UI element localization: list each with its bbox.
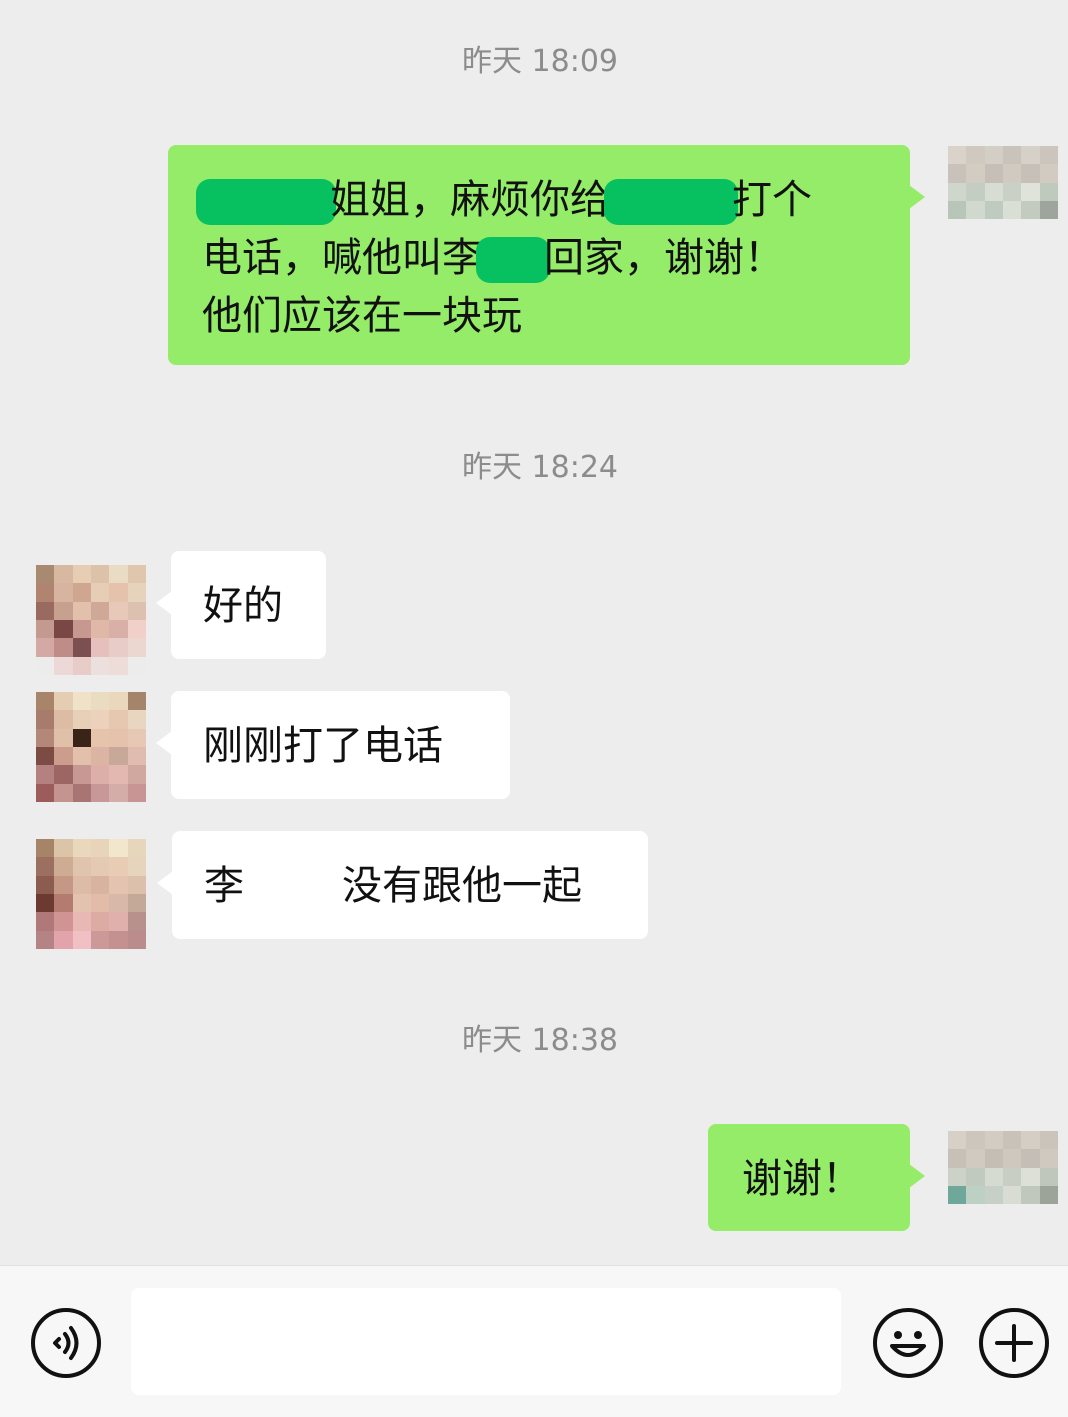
contact-avatar[interactable] xyxy=(36,692,146,802)
message-text: 刚刚打了电话 xyxy=(203,723,443,769)
message-segment: 没有跟他一起 xyxy=(342,863,582,909)
incoming-message[interactable]: 李 没有跟他一起 xyxy=(157,831,648,939)
redaction-mark xyxy=(196,179,336,225)
redaction-mark xyxy=(244,865,342,911)
message-segment: 打个 xyxy=(732,177,812,223)
message-text: 谢谢！ xyxy=(742,1156,862,1202)
message-segment: 李 xyxy=(204,863,244,909)
plus-icon[interactable] xyxy=(977,1306,1051,1380)
my-avatar[interactable] xyxy=(948,146,1058,256)
incoming-message[interactable]: 好的 xyxy=(156,551,326,659)
message-text: 李 没有跟他一起 xyxy=(204,857,648,915)
chat-area[interactable]: 昨天 18:09 姐姐，麻烦你给 打个 电话，喊他叫李 回家，谢谢！ 他们应该在一块… xyxy=(0,0,1068,1265)
message-segment: 回家，谢谢！ xyxy=(544,235,784,281)
contact-avatar[interactable] xyxy=(36,839,146,949)
redaction-mark xyxy=(476,237,550,283)
message-text: 姐姐，麻烦你给 打个 电话，喊他叫李 回家，谢谢！ 他们应该在一块玩 xyxy=(196,171,880,345)
incoming-message[interactable]: 刚刚打了电话 xyxy=(156,691,510,799)
timestamp: 昨天 18:38 xyxy=(462,1023,618,1058)
message-segment: 姐姐，麻烦你给 xyxy=(330,177,610,223)
outgoing-message[interactable]: 姐姐，麻烦你给 打个 电话，喊他叫李 回家，谢谢！ 他们应该在一块玩 xyxy=(168,145,925,365)
timestamp: 昨天 18:09 xyxy=(462,44,618,79)
redaction-mark xyxy=(604,179,738,225)
message-text: 好的 xyxy=(203,583,283,629)
message-input[interactable] xyxy=(131,1288,841,1395)
my-avatar[interactable] xyxy=(948,1131,1058,1241)
message-segment: 他们应该在一块玩 xyxy=(202,293,522,339)
emoji-icon[interactable] xyxy=(871,1306,945,1380)
outgoing-message[interactable]: 谢谢！ xyxy=(708,1124,925,1231)
timestamp: 昨天 18:24 xyxy=(462,450,618,485)
voice-icon[interactable] xyxy=(29,1306,103,1380)
message-segment: 电话，喊他叫李 xyxy=(202,235,482,281)
contact-avatar[interactable] xyxy=(36,565,146,675)
input-bar xyxy=(0,1265,1068,1417)
